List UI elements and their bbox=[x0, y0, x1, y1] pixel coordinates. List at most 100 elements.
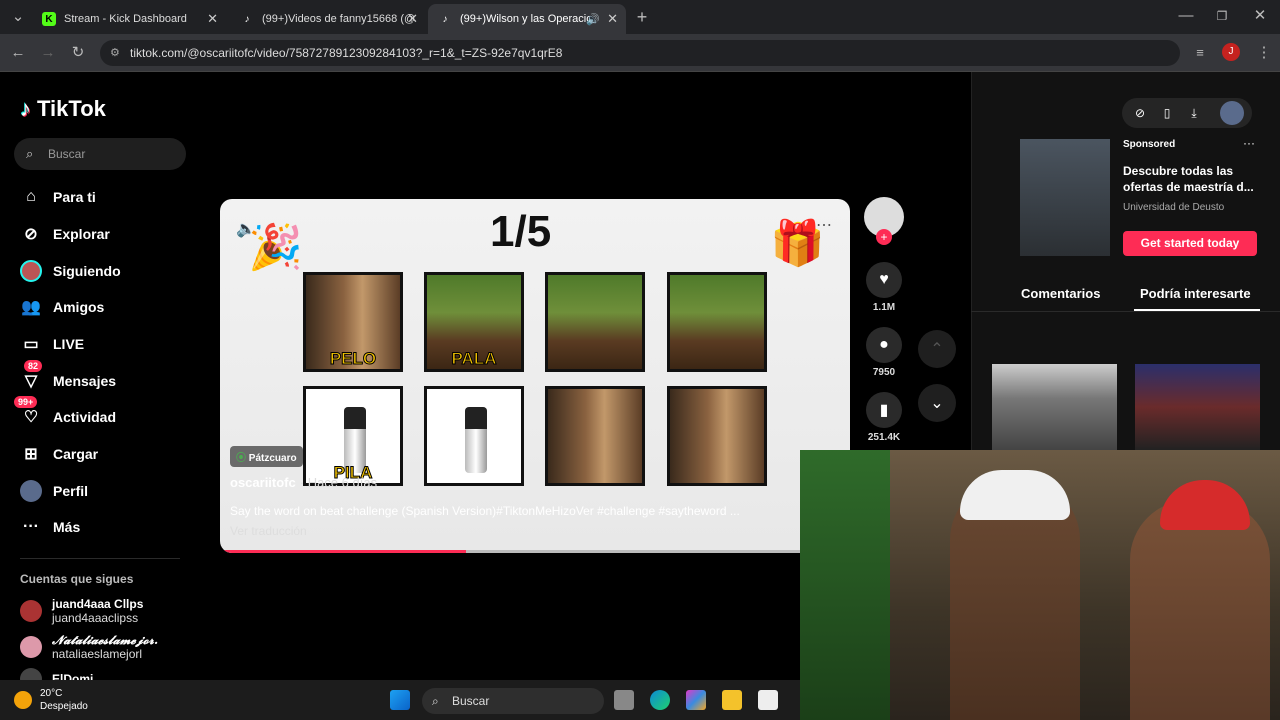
new-tab-button[interactable]: + bbox=[632, 7, 652, 27]
tiktok-logo[interactable]: ♪ TikTok bbox=[20, 96, 106, 122]
christmas-tree bbox=[800, 450, 890, 720]
tab-search-icon[interactable]: ⌄ bbox=[8, 7, 28, 27]
ad-more-icon[interactable]: ··· bbox=[1243, 136, 1255, 150]
sidebar-item-amigos[interactable]: 👥 Amigos bbox=[18, 293, 104, 321]
video-player[interactable]: 🔈 🎉 🎁 ⋯ 1/5 PELO PALA PILA ⦿ Pátzcuaro o… bbox=[220, 199, 850, 553]
sponsored-label: Sponsored bbox=[1123, 139, 1176, 150]
tab-wilson[interactable]: ♪ (99+)Wilson y las Operacio 🔊 ✕ bbox=[428, 4, 626, 34]
save-button[interactable]: ▮ 251.4K bbox=[866, 392, 902, 443]
compass-icon: ⊘ bbox=[24, 226, 38, 243]
speaker-icon[interactable]: 🔊 bbox=[586, 13, 600, 26]
profile-avatar[interactable] bbox=[1220, 101, 1244, 125]
store-icon[interactable] bbox=[758, 690, 778, 710]
messages-badge: 82 bbox=[24, 360, 43, 372]
word-card bbox=[545, 272, 645, 372]
translate-link[interactable]: Ver traducción bbox=[230, 524, 307, 538]
minimize-button[interactable]: — bbox=[1176, 6, 1196, 26]
like-count: 1.1M bbox=[872, 302, 896, 313]
sidebar-item-explorar[interactable]: ⊘ Explorar bbox=[18, 220, 110, 248]
sidebar-item-siguiendo[interactable]: Siguiendo bbox=[18, 257, 121, 285]
compass-icon[interactable]: ⊘ bbox=[1130, 103, 1150, 123]
comment-count: 7950 bbox=[872, 367, 896, 378]
word-card: PILA bbox=[303, 386, 403, 486]
suggested-video-thumbnail[interactable] bbox=[1135, 364, 1260, 450]
sidebar-item-para-ti[interactable]: ⌂ Para ti bbox=[18, 183, 96, 211]
maximize-button[interactable]: ❐ bbox=[1212, 6, 1232, 26]
close-icon[interactable]: ✕ bbox=[407, 11, 418, 27]
more-options-icon[interactable]: ⋯ bbox=[816, 215, 832, 235]
windows-start-icon[interactable] bbox=[390, 690, 410, 710]
get-started-button[interactable]: Get started today bbox=[1123, 231, 1257, 256]
forward-icon[interactable]: → bbox=[38, 43, 58, 63]
webcam-overlay bbox=[800, 450, 1280, 720]
file-explorer-icon[interactable] bbox=[722, 690, 742, 710]
followed-account[interactable]: 𝓝𝓪𝓽𝓪𝓵𝓲𝓪𝓮𝓼𝓵𝓪𝓶𝓮𝓳𝓸𝓻. nataliaeslamejorl bbox=[20, 633, 158, 661]
chevron-up-icon: ⌃ bbox=[930, 341, 944, 358]
bookmark-icon: ▮ bbox=[866, 392, 902, 428]
location-text: Pátzcuaro bbox=[248, 453, 297, 464]
ad-thumbnail[interactable] bbox=[1020, 139, 1110, 256]
previous-video-button[interactable]: ⌃ bbox=[918, 330, 956, 368]
window-close-button[interactable]: ✕ bbox=[1250, 6, 1270, 26]
weather-widget[interactable]: 20°C Despejado bbox=[14, 687, 88, 713]
messages-icon: ▽ 82 bbox=[18, 360, 44, 394]
tiktok-icon: ♪ bbox=[20, 96, 31, 121]
sidebar-item-actividad[interactable]: ♡ 99+ Actividad bbox=[14, 396, 117, 431]
sidebar-item-mensajes[interactable]: ▽ 82 Mensajes bbox=[18, 360, 117, 395]
sidebar-item-cargar[interactable]: ⊞ Cargar bbox=[18, 440, 98, 468]
chevron-down-icon: ⌄ bbox=[930, 395, 944, 412]
like-button[interactable]: ♥ 1.1M bbox=[866, 262, 902, 313]
sidebar-item-mas[interactable]: ··· Más bbox=[18, 513, 80, 541]
avatar bbox=[20, 600, 42, 622]
search-icon: ⌕ bbox=[432, 694, 439, 708]
next-video-button[interactable]: ⌄ bbox=[918, 384, 956, 422]
close-icon[interactable]: ✕ bbox=[607, 11, 618, 27]
reload-icon[interactable]: ↻ bbox=[68, 43, 88, 63]
download-icon[interactable]: ⤓ bbox=[1184, 103, 1204, 123]
sidebar-divider bbox=[20, 558, 180, 559]
tab-suggested[interactable]: Podría interesarte bbox=[1140, 286, 1251, 301]
progress-bar[interactable] bbox=[220, 550, 850, 553]
tab-kick[interactable]: K Stream - Kick Dashboard ✕ bbox=[32, 4, 226, 34]
profile-avatar[interactable]: J bbox=[1222, 43, 1242, 63]
ad-title[interactable]: Descubre todas las ofertas de maestría d… bbox=[1123, 163, 1258, 195]
sidebar-item-label: Actividad bbox=[53, 409, 117, 425]
media-icon[interactable]: ≡ bbox=[1190, 43, 1210, 63]
video-author[interactable]: oscariitofc · Hace 6 días bbox=[230, 475, 377, 490]
copilot-icon[interactable] bbox=[686, 690, 706, 710]
comment-button[interactable]: ● 7950 bbox=[866, 327, 902, 378]
site-info-icon[interactable]: ⚙ bbox=[110, 40, 120, 66]
taskbar-search-text: Buscar bbox=[452, 694, 490, 708]
sidebar-item-label: Explorar bbox=[53, 226, 110, 242]
location-tag[interactable]: ⦿ Pátzcuaro bbox=[230, 446, 303, 467]
sidebar-item-label: Más bbox=[53, 519, 81, 535]
close-icon[interactable]: ✕ bbox=[207, 11, 218, 27]
address-bar[interactable]: ⚙ tiktok.com/@oscariitofc/video/75872789… bbox=[100, 40, 1180, 66]
person-right bbox=[1130, 500, 1270, 720]
search-input[interactable]: ⌕ Buscar bbox=[14, 138, 186, 170]
followed-account[interactable]: juand4aaa Cllps juand4aaaclipss bbox=[20, 597, 143, 625]
account-name: 𝓝𝓪𝓽𝓪𝓵𝓲𝓪𝓮𝓼𝓵𝓪𝓶𝓮𝓳𝓸𝓻. bbox=[52, 633, 159, 647]
sidebar-item-perfil[interactable]: Perfil bbox=[18, 477, 88, 505]
word-card bbox=[667, 272, 767, 372]
back-icon[interactable]: ← bbox=[8, 43, 28, 63]
follow-plus-icon[interactable]: + bbox=[876, 229, 892, 245]
video-caption: Say the word on beat challenge (Spanish … bbox=[230, 504, 740, 518]
creator-avatar[interactable]: + bbox=[864, 197, 904, 245]
posted-time: · Hace 6 días bbox=[299, 475, 378, 490]
task-view-icon[interactable] bbox=[614, 690, 634, 710]
taskbar-search[interactable]: ⌕ Buscar bbox=[422, 688, 604, 714]
edge-icon[interactable] bbox=[650, 690, 670, 710]
account-handle: nataliaeslamejorl bbox=[52, 647, 143, 661]
tab-fanny[interactable]: ♪ (99+)Videos de fanny15668 (@ ✕ bbox=[230, 4, 426, 34]
suggested-video-thumbnail[interactable] bbox=[992, 364, 1117, 450]
search-icon: ⌕ bbox=[26, 146, 34, 161]
santa-hat bbox=[1160, 480, 1250, 530]
card-label: PALA bbox=[451, 349, 497, 369]
menu-icon[interactable]: ⋮ bbox=[1254, 43, 1274, 63]
sidebar-item-live[interactable]: ▭ LIVE bbox=[18, 330, 84, 358]
sidebar-item-label: Mensajes bbox=[53, 373, 117, 389]
device-icon[interactable]: ▯ bbox=[1157, 103, 1177, 123]
tab-comments[interactable]: Comentarios bbox=[1021, 286, 1100, 301]
party-popper-icon: 🎉 bbox=[248, 223, 303, 272]
